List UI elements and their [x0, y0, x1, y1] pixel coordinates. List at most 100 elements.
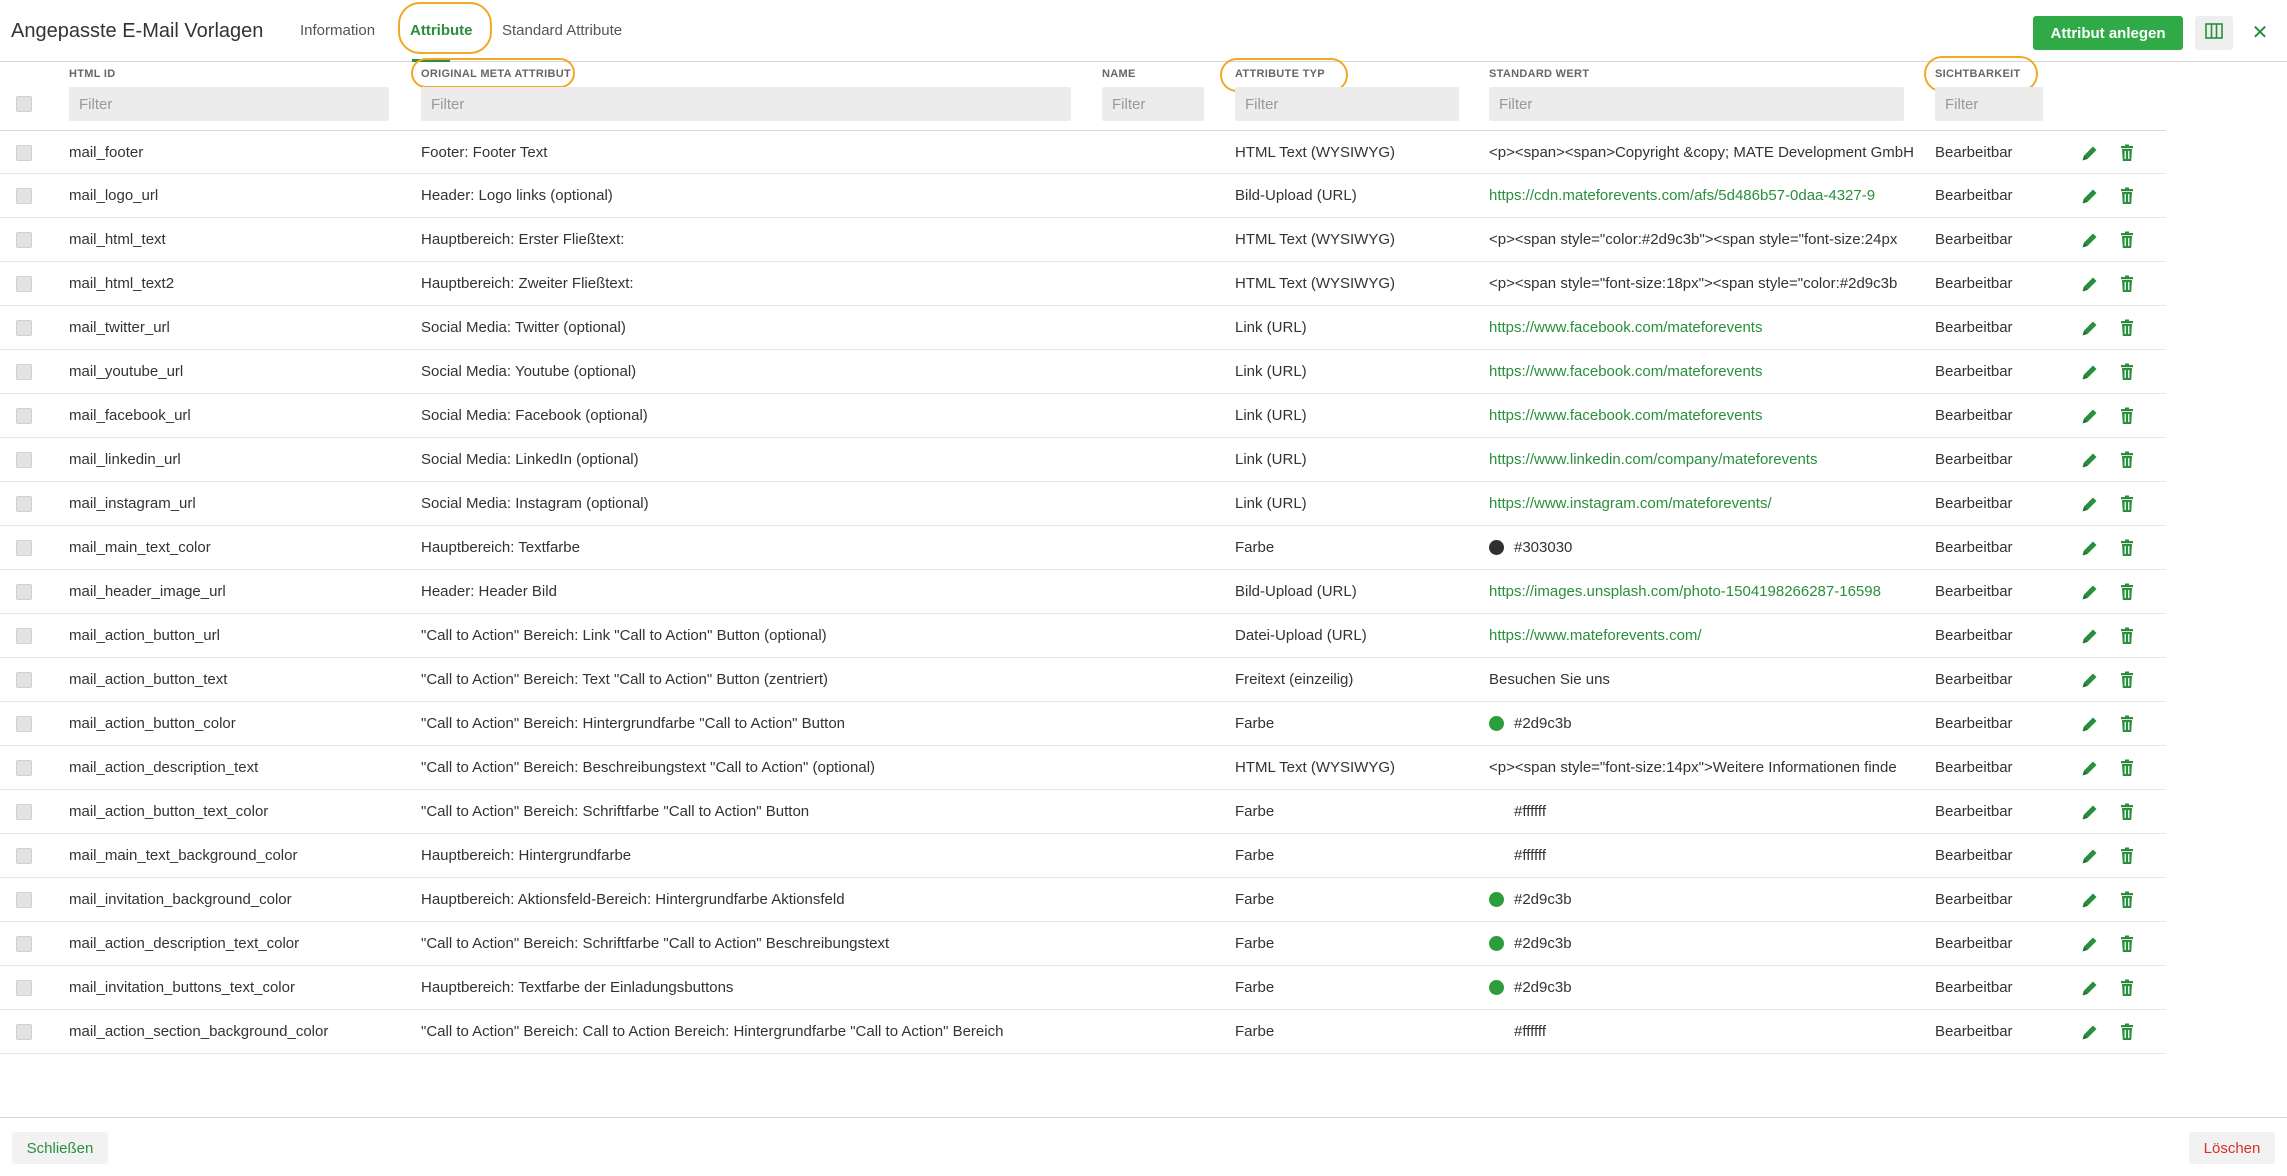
row-checkbox[interactable] [16, 232, 32, 248]
filter-meta[interactable] [421, 87, 1071, 121]
table-row[interactable]: mail_twitter_url Social Media: Twitter (o… [0, 306, 2166, 350]
pencil-icon[interactable] [2080, 714, 2100, 734]
pencil-icon[interactable] [2080, 143, 2100, 163]
pencil-icon[interactable] [2080, 230, 2100, 250]
trash-icon[interactable] [2117, 670, 2137, 690]
cell-value[interactable]: https://images.unsplash.com/photo-150419… [1489, 570, 1919, 613]
row-checkbox[interactable] [16, 1024, 32, 1040]
column-header-value[interactable]: STANDARD WERT [1489, 68, 1589, 80]
trash-icon[interactable] [2117, 143, 2137, 163]
table-row[interactable]: mail_footer Footer: Footer Text HTML Text … [0, 130, 2166, 174]
row-checkbox[interactable] [16, 848, 32, 864]
row-checkbox[interactable] [16, 980, 32, 996]
cell-value[interactable]: https://www.linkedin.com/company/matefor… [1489, 438, 1919, 481]
trash-icon[interactable] [2117, 494, 2137, 514]
pencil-icon[interactable] [2080, 582, 2100, 602]
table-row[interactable]: mail_invitation_buttons_text_color Hauptb… [0, 966, 2166, 1010]
row-checkbox[interactable] [16, 276, 32, 292]
column-header-visibility[interactable]: SICHTBARKEIT [1935, 68, 2021, 80]
trash-icon[interactable] [2117, 274, 2137, 294]
row-checkbox[interactable] [16, 496, 32, 512]
trash-icon[interactable] [2117, 758, 2137, 778]
table-row[interactable]: mail_logo_url Header: Logo links (optiona… [0, 174, 2166, 218]
close-dialog-button[interactable]: Schließen [12, 1132, 108, 1164]
table-row[interactable]: mail_html_text Hauptbereich: Erster Fließ… [0, 218, 2166, 262]
row-checkbox[interactable] [16, 936, 32, 952]
trash-icon[interactable] [2117, 846, 2137, 866]
trash-icon[interactable] [2117, 626, 2137, 646]
table-row[interactable]: mail_html_text2 Hauptbereich: Zweiter Fli… [0, 262, 2166, 306]
trash-icon[interactable] [2117, 450, 2137, 470]
table-row[interactable]: mail_main_text_background_color Hauptbere… [0, 834, 2166, 878]
row-checkbox[interactable] [16, 408, 32, 424]
cell-value[interactable]: https://www.instagram.com/mateforevents/ [1489, 482, 1919, 525]
trash-icon[interactable] [2117, 538, 2137, 558]
trash-icon[interactable] [2117, 230, 2137, 250]
cell-value[interactable]: https://cdn.mateforevents.com/afs/5d486b… [1489, 174, 1919, 217]
column-header-name[interactable]: NAME [1102, 68, 1136, 80]
pencil-icon[interactable] [2080, 846, 2100, 866]
table-row[interactable]: mail_action_description_text "Call to Act… [0, 746, 2166, 790]
filter-html-id[interactable] [69, 87, 389, 121]
pencil-icon[interactable] [2080, 494, 2100, 514]
row-checkbox[interactable] [16, 320, 32, 336]
table-row[interactable]: mail_header_image_url Header: Header Bild… [0, 570, 2166, 614]
row-checkbox[interactable] [16, 760, 32, 776]
table-row[interactable]: mail_instagram_url Social Media: Instagra… [0, 482, 2166, 526]
pencil-icon[interactable] [2080, 758, 2100, 778]
row-checkbox[interactable] [16, 364, 32, 380]
row-checkbox[interactable] [16, 540, 32, 556]
trash-icon[interactable] [2117, 318, 2137, 338]
trash-icon[interactable] [2117, 582, 2137, 602]
cell-value[interactable]: https://www.mateforevents.com/ [1489, 614, 1919, 657]
close-button[interactable]: ✕ [2248, 18, 2272, 46]
trash-icon[interactable] [2117, 714, 2137, 734]
row-checkbox[interactable] [16, 188, 32, 204]
table-row[interactable]: mail_invitation_background_color Hauptber… [0, 878, 2166, 922]
filter-type[interactable] [1235, 87, 1459, 121]
pencil-icon[interactable] [2080, 934, 2100, 954]
tab-information[interactable]: Information [300, 22, 375, 39]
cell-value[interactable]: https://www.facebook.com/mateforevents [1489, 306, 1919, 349]
row-checkbox[interactable] [16, 672, 32, 688]
table-row[interactable]: mail_action_button_color "Call to Action"… [0, 702, 2166, 746]
table-row[interactable]: mail_youtube_url Social Media: Youtube (o… [0, 350, 2166, 394]
row-checkbox[interactable] [16, 892, 32, 908]
add-attribute-button[interactable]: Attribut anlegen [2033, 16, 2183, 50]
trash-icon[interactable] [2117, 362, 2137, 382]
tab-standard-attribute[interactable]: Standard Attribute [502, 22, 622, 39]
table-row[interactable]: mail_linkedin_url Social Media: LinkedIn … [0, 438, 2166, 482]
filter-name[interactable] [1102, 87, 1204, 121]
pencil-icon[interactable] [2080, 406, 2100, 426]
trash-icon[interactable] [2117, 978, 2137, 998]
trash-icon[interactable] [2117, 406, 2137, 426]
table-row[interactable]: mail_main_text_color Hauptbereich: Textfa… [0, 526, 2166, 570]
columns-button[interactable] [2195, 16, 2233, 50]
pencil-icon[interactable] [2080, 626, 2100, 646]
pencil-icon[interactable] [2080, 362, 2100, 382]
column-header-type[interactable]: ATTRIBUTE TYP [1235, 68, 1325, 80]
pencil-icon[interactable] [2080, 274, 2100, 294]
select-all-checkbox[interactable] [16, 96, 32, 112]
tab-attribute[interactable]: Attribute [410, 22, 473, 39]
trash-icon[interactable] [2117, 934, 2137, 954]
pencil-icon[interactable] [2080, 450, 2100, 470]
delete-button[interactable]: Löschen [2189, 1132, 2275, 1164]
filter-visibility[interactable] [1935, 87, 2043, 121]
pencil-icon[interactable] [2080, 670, 2100, 690]
pencil-icon[interactable] [2080, 186, 2100, 206]
row-checkbox[interactable] [16, 628, 32, 644]
pencil-icon[interactable] [2080, 978, 2100, 998]
pencil-icon[interactable] [2080, 890, 2100, 910]
trash-icon[interactable] [2117, 1022, 2137, 1042]
trash-icon[interactable] [2117, 186, 2137, 206]
table-row[interactable]: mail_action_button_url "Call to Action" B… [0, 614, 2166, 658]
row-checkbox[interactable] [16, 804, 32, 820]
pencil-icon[interactable] [2080, 318, 2100, 338]
table-row[interactable]: mail_facebook_url Social Media: Facebook … [0, 394, 2166, 438]
column-header-html-id[interactable]: HTML ID [69, 68, 116, 80]
table-row[interactable]: mail_action_button_text_color "Call to Ac… [0, 790, 2166, 834]
column-header-meta[interactable]: ORIGINAL META ATTRIBUT [421, 68, 571, 80]
table-row[interactable]: mail_action_button_text "Call to Action" … [0, 658, 2166, 702]
table-row[interactable]: mail_action_section_background_color "Cal… [0, 1010, 2166, 1054]
